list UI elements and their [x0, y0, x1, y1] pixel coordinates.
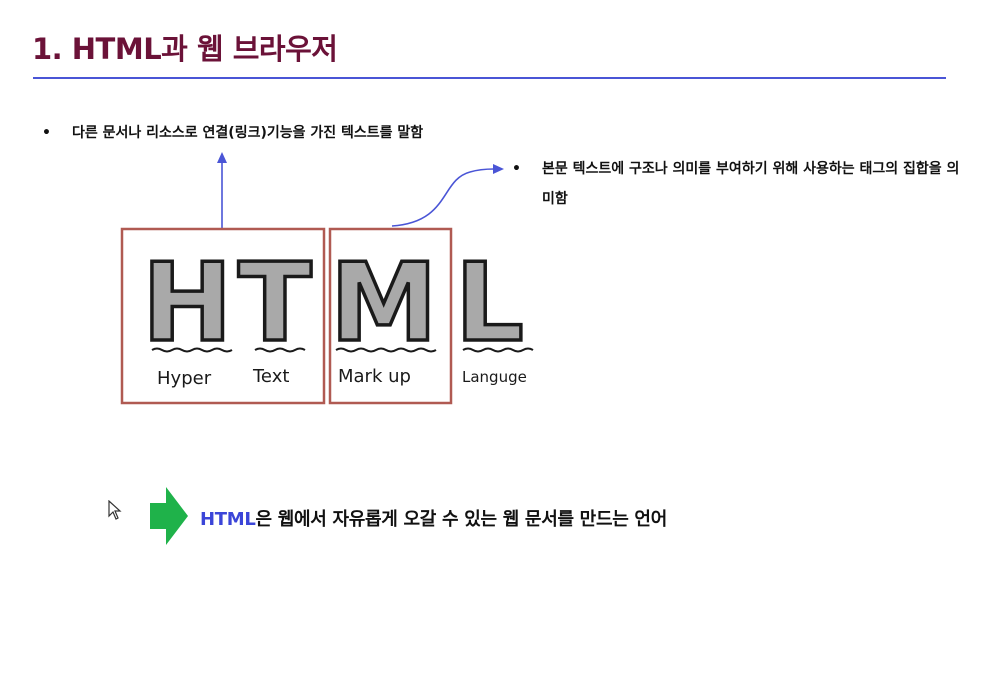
- summary-highlight: HTML: [200, 509, 256, 530]
- label-markup: Mark up: [338, 366, 411, 387]
- summary-statement: HTML은 웹에서 자유롭게 오갈 수 있는 웹 문서를 만드는 언어: [200, 505, 667, 531]
- letter-m: M: [330, 241, 437, 366]
- html-acronym-illustration: H T M L Hyper Text Mark up Languge: [120, 152, 534, 405]
- summary-rest: 은 웹에서 자유롭게 오갈 수 있는 웹 문서를 만드는 언어: [255, 509, 668, 530]
- letter-t: T: [238, 241, 312, 366]
- label-text: Text: [252, 366, 289, 387]
- label-hyper: Hyper: [157, 368, 212, 389]
- arrow-to-hypertext-head: [217, 152, 227, 163]
- arrow-to-markup-curve: [391, 168, 495, 227]
- green-right-arrow-icon: [150, 487, 188, 545]
- arrow-to-markup-head: [493, 164, 504, 174]
- letter-h: H: [142, 241, 232, 366]
- letter-l: L: [455, 241, 524, 366]
- label-language: Languge: [462, 368, 527, 386]
- mouse-pointer-icon: [108, 500, 122, 520]
